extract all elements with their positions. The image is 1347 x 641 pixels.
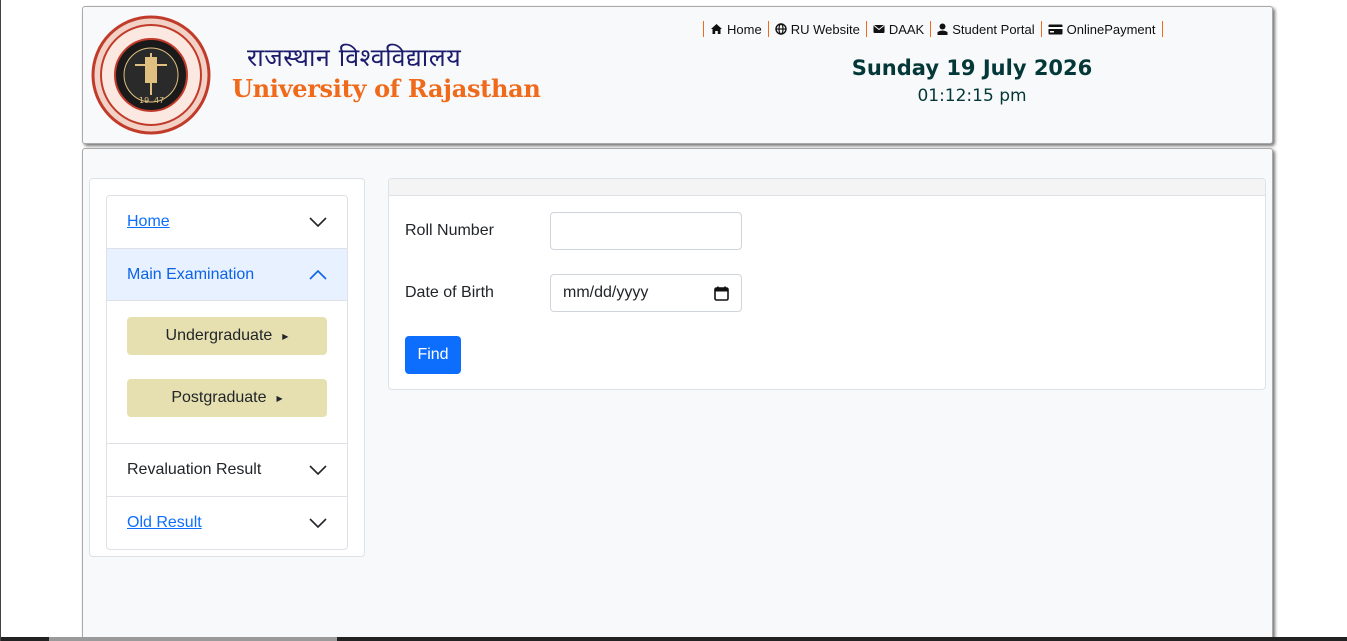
nav-online-payment-link[interactable]: OnlinePayment — [1042, 22, 1162, 37]
sidebar-item-old-result-header[interactable]: Old Result — [107, 497, 347, 549]
sidebar-item-revaluation-result-header[interactable]: Revaluation Result — [107, 444, 347, 496]
seal-year-left: 19 — [139, 96, 149, 105]
nav-ru-website-link[interactable]: RU Website — [769, 22, 866, 37]
nav-online-payment-label: OnlinePayment — [1066, 21, 1156, 37]
site-header: 19 47 राजस्थान विश्वविद्यालय University … — [82, 6, 1273, 144]
caret-right-icon: ▶ — [276, 393, 283, 403]
sidebar: Home Main Examination Undergraduate ▶ Po… — [89, 178, 365, 557]
main-panel: Home Main Examination Undergraduate ▶ Po… — [82, 148, 1273, 641]
sidebar-item-old-result: Old Result — [107, 497, 347, 549]
roll-number-label: Roll Number — [405, 222, 494, 239]
postgraduate-label: Postgraduate — [171, 389, 267, 406]
sidebar-accordion: Home Main Examination Undergraduate ▶ Po… — [106, 195, 348, 550]
student-icon — [937, 23, 948, 35]
brand-name-english: University of Rajasthan — [232, 74, 541, 103]
nav-daak-label: DAAK — [888, 21, 925, 37]
nav-ru-website-label: RU Website — [790, 21, 860, 37]
chevron-up-icon — [309, 269, 327, 280]
bottom-edge-segment — [49, 637, 337, 641]
result-search-card: Roll Number Date of Birth mm/dd/yyyy Fin… — [388, 178, 1266, 390]
roll-number-row: Roll Number — [405, 212, 742, 250]
home-icon — [711, 24, 722, 34]
nav-home-link[interactable]: Home — [704, 22, 768, 37]
chevron-down-icon — [309, 465, 327, 475]
top-nav: Home RU Website DAAK Student Portal Onli… — [703, 20, 1163, 38]
nav-student-portal-link[interactable]: Student Portal — [931, 22, 1040, 37]
sidebar-item-home-header[interactable]: Home — [107, 196, 347, 248]
nav-separator — [1161, 21, 1163, 37]
current-date: Sunday 19 July 2026 — [851, 56, 1093, 80]
envelope-icon — [873, 25, 885, 33]
chevron-down-icon — [309, 518, 327, 528]
sidebar-item-main-examination-header[interactable]: Main Examination — [107, 249, 347, 301]
sidebar-item-main-examination: Main Examination Undergraduate ▶ Postgra… — [107, 249, 347, 444]
sidebar-item-home: Home — [107, 196, 347, 249]
current-time: 01:12:15 pm — [917, 86, 1027, 106]
sidebar-item-revaluation-result-label: Revaluation Result — [127, 461, 262, 478]
main-examination-body: Undergraduate ▶ Postgraduate ▶ — [107, 301, 347, 443]
nav-daak-link[interactable]: DAAK — [867, 22, 930, 37]
caret-right-icon: ▶ — [282, 331, 289, 341]
bottom-edge — [1, 637, 1347, 641]
chevron-down-icon — [309, 217, 327, 227]
date-of-birth-row: Date of Birth mm/dd/yyyy — [405, 274, 742, 312]
sidebar-item-main-examination-label: Main Examination — [127, 265, 255, 283]
calendar-icon[interactable] — [714, 286, 729, 301]
undergraduate-button[interactable]: Undergraduate ▶ — [127, 317, 327, 355]
nav-home-label: Home — [727, 21, 762, 37]
sidebar-item-home-link[interactable]: Home — [127, 213, 170, 231]
globe-icon — [774, 23, 787, 35]
postgraduate-button[interactable]: Postgraduate ▶ — [127, 379, 327, 417]
card-header — [389, 179, 1265, 196]
sidebar-item-revaluation-result: Revaluation Result — [107, 444, 347, 497]
undergraduate-label: Undergraduate — [165, 327, 273, 344]
sidebar-item-old-result-link[interactable]: Old Result — [127, 514, 202, 532]
roll-number-input[interactable] — [550, 212, 742, 250]
date-of-birth-placeholder: mm/dd/yyyy — [563, 284, 649, 301]
date-of-birth-label: Date of Birth — [405, 284, 494, 301]
university-seal-logo: 19 47 — [91, 15, 211, 135]
nav-student-portal-label: Student Portal — [952, 21, 1035, 37]
card-icon — [1048, 24, 1063, 34]
brand-name-hindi: राजस्थान विश्वविद्यालय — [247, 43, 462, 72]
date-of-birth-input[interactable]: mm/dd/yyyy — [550, 274, 742, 312]
find-button[interactable]: Find — [405, 336, 461, 374]
seal-year-right: 47 — [154, 96, 164, 105]
